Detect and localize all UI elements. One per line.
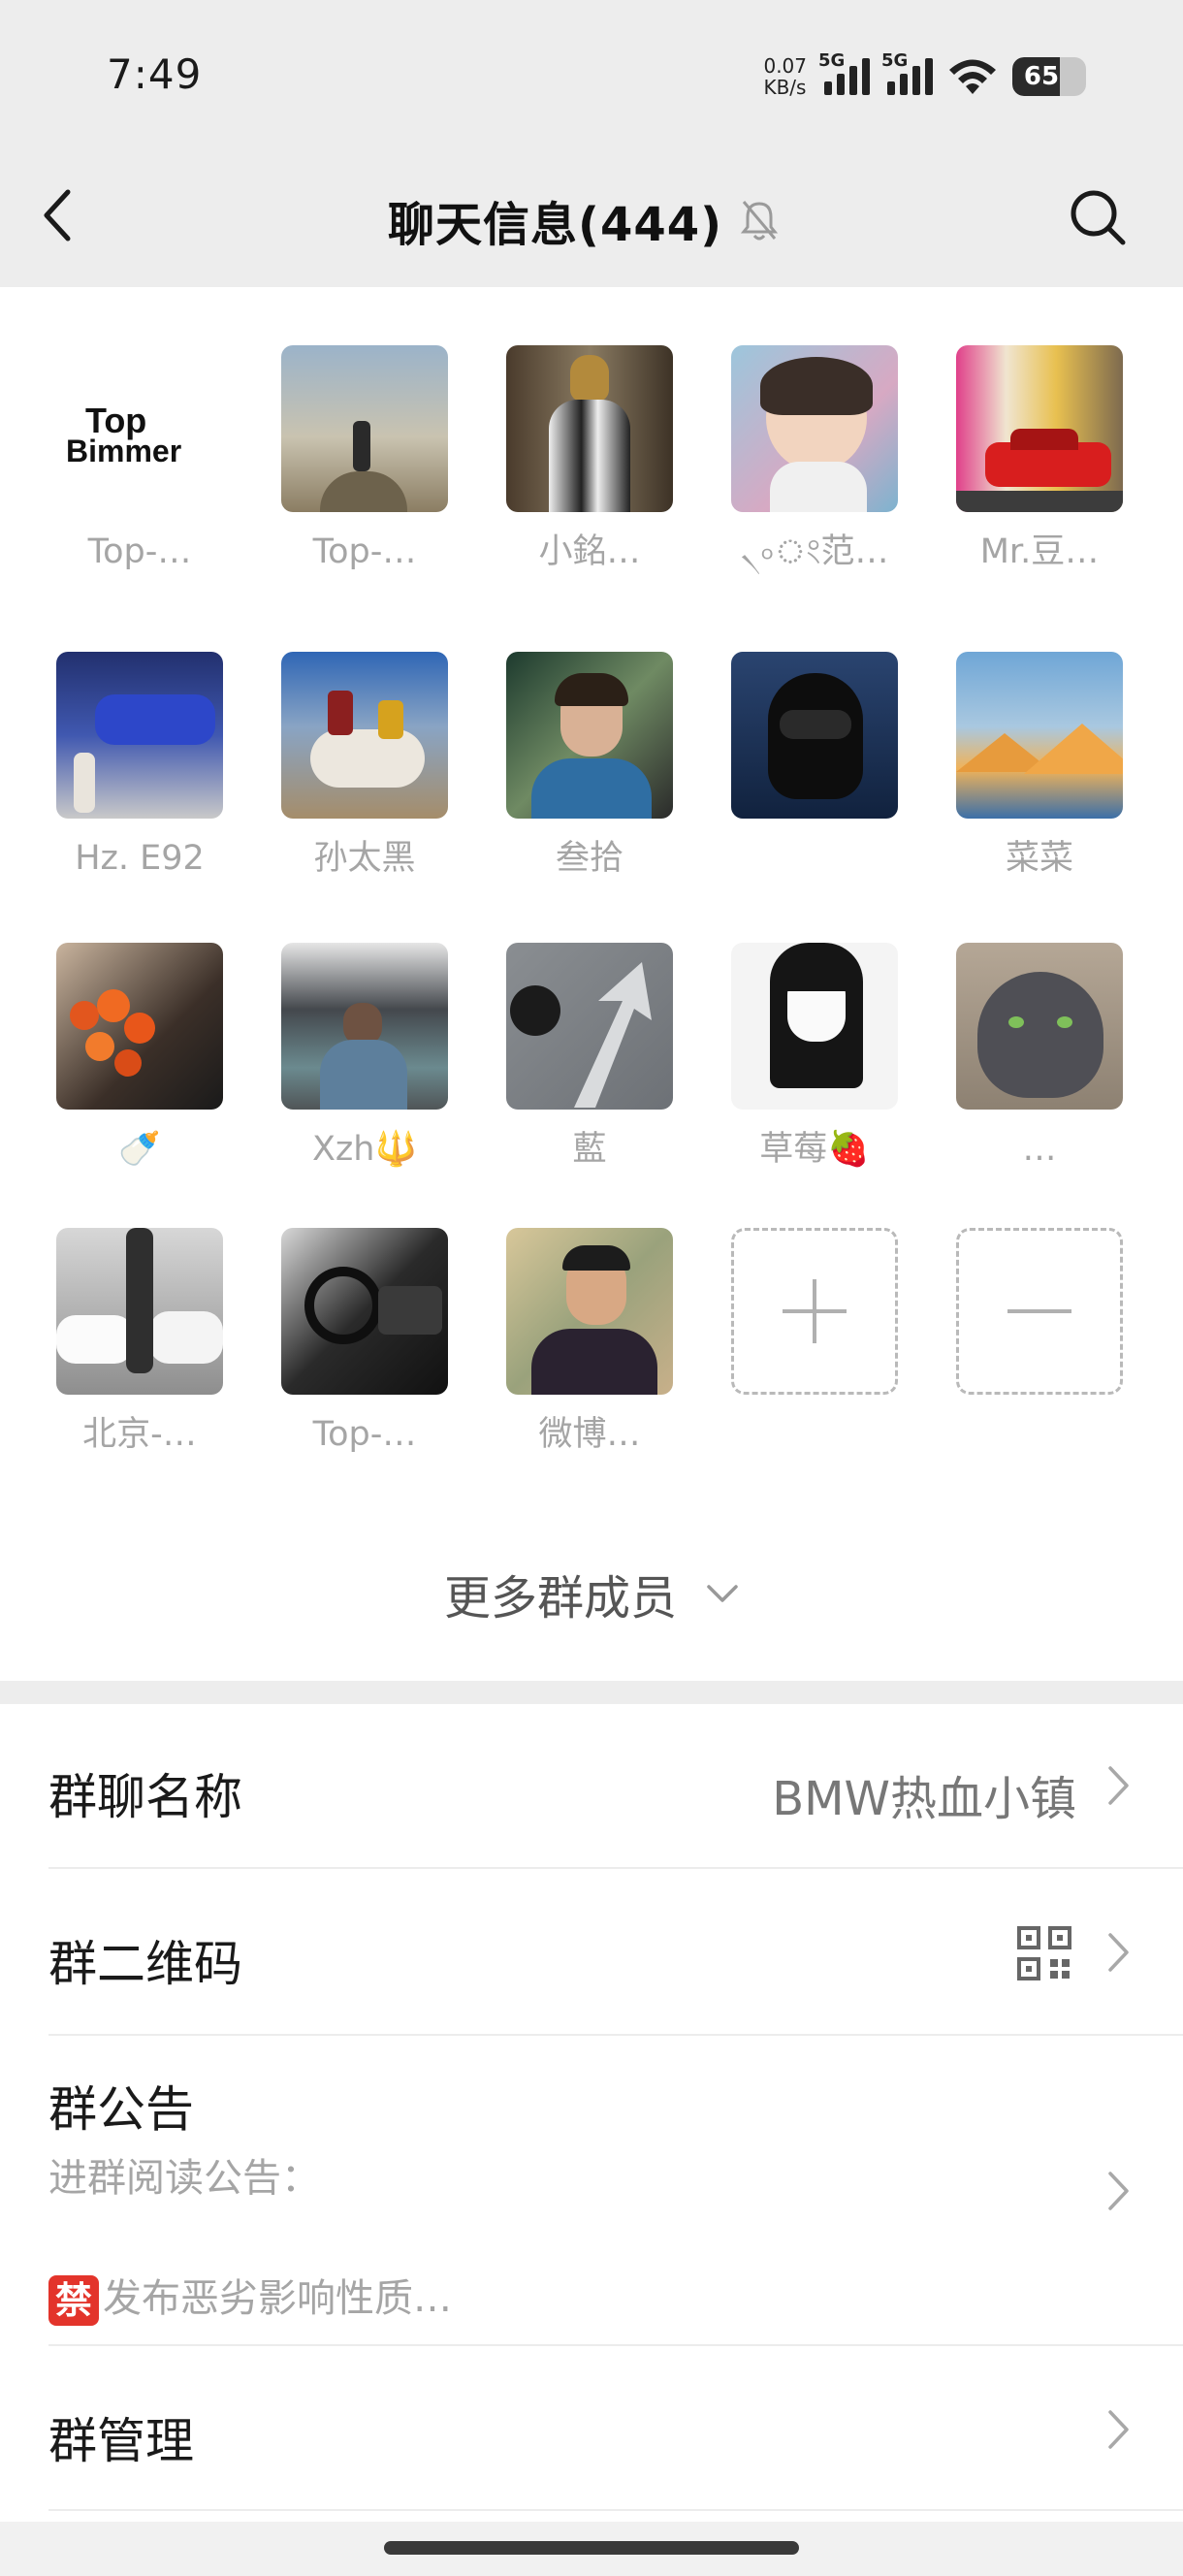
avatar [506,943,673,1110]
member-name: … [1022,1130,1057,1169]
more-members-button[interactable]: 更多群成员 [0,1560,1183,1627]
member-item[interactable]: 小銘… [493,345,687,574]
member-item[interactable]: 藍 [493,943,687,1172]
member-name: 🍼 [118,1130,161,1169]
member-name: 北京-… [82,1415,197,1454]
avatar [731,652,898,819]
plus-icon[interactable] [731,1228,898,1395]
svg-text:Bimmer: Bimmer [66,434,181,468]
member-grid: Top Bimmer Top-… Top-… 小銘… ৲৹ং范… Mr.豆… H… [0,287,1183,1684]
member-name: 藍 [572,1130,607,1169]
home-indicator[interactable] [384,2541,799,2555]
cellular-signal-icon-2: 5G [881,50,933,95]
notice-preview: 禁发布恶劣影响性质… [48,2267,452,2326]
cellular-signal-icon: 5G [818,50,870,95]
search-icon[interactable] [1069,188,1127,246]
row-divider [48,2509,1183,2511]
member-name: 微博… [538,1415,641,1454]
group-name-row[interactable]: 群聊名称 BMW热血小镇 [0,1704,1183,1869]
member-item[interactable]: ৲৹ং范… [718,345,911,574]
avatar [56,652,223,819]
minus-icon[interactable] [956,1228,1123,1395]
member-name: Hz. E92 [75,839,205,878]
member-item[interactable]: Hz. E92 [43,652,237,881]
member-name: Mr.豆… [979,532,1100,571]
battery-icon: 65 [1012,57,1086,96]
member-name: Top-… [312,532,417,571]
status-time: 7:49 [107,50,203,98]
page-title: 聊天信息(444) [388,198,723,252]
avatar [956,345,1123,512]
mute-bell-icon [740,201,779,241]
member-item[interactable] [718,652,911,881]
more-members-label: 更多群成员 [443,1571,677,1626]
group-manage-label: 群管理 [48,2413,194,2469]
group-notice-row[interactable]: 群公告 进群阅读公告： 禁发布恶劣影响性质… [0,2036,1183,2346]
top-bimmer-logo: Top Bimmer [66,401,181,468]
chevron-right-icon [1108,2410,1129,2449]
member-name: Top-… [87,532,192,571]
member-item[interactable]: 孙太黑 [268,652,462,881]
avatar [956,943,1123,1110]
member-item[interactable]: 叁拾 [493,652,687,881]
chevron-right-icon [1108,1933,1129,1972]
member-name: Top-… [312,1415,417,1454]
member-item[interactable]: 菜菜 [943,652,1136,881]
ban-badge: 禁 [48,2275,99,2326]
avatar [281,652,448,819]
member-item[interactable]: Top-… [268,345,462,574]
avatar [281,345,448,512]
avatar [731,345,898,512]
group-name-label: 群聊名称 [48,1769,242,1825]
member-item[interactable]: … [943,943,1136,1172]
member-name [718,836,911,881]
avatar [731,943,898,1110]
qr-code-icon [1017,1926,1071,1980]
chevron-right-icon [1108,1766,1129,1805]
avatar [281,943,448,1110]
avatar [56,1228,223,1395]
member-item[interactable]: 草莓🍓 [718,943,911,1172]
avatar [956,652,1123,819]
member-name: 叁拾 [555,839,623,878]
member-item[interactable]: Xzh🔱 [268,943,462,1172]
member-name: ৲৹ং范… [740,532,889,571]
member-item[interactable]: 微博… [493,1228,687,1457]
avatar [56,943,223,1110]
back-icon[interactable] [39,186,78,244]
member-item[interactable]: 🍼 [43,943,237,1172]
status-bar: 7:49 0.07 KB/s 5G 5G 65 [0,0,1183,157]
group-manage-row[interactable]: 群管理 [0,2346,1183,2511]
member-name: Xzh🔱 [311,1130,418,1169]
chevron-right-icon [1108,2172,1129,2210]
add-member-button[interactable] [718,1228,911,1395]
network-speed: 0.07 KB/s [763,54,807,99]
remove-member-button[interactable] [943,1228,1136,1395]
avatar [506,1228,673,1395]
section-divider [0,1681,1183,1704]
member-item[interactable]: Top Bimmer Top-… [43,345,237,574]
member-name: 菜菜 [1005,839,1073,878]
group-notice-label: 群公告 [48,2081,194,2138]
avatar: Top Bimmer [56,345,223,512]
member-item[interactable]: Top-… [268,1228,462,1457]
avatar [506,345,673,512]
wifi-icon [949,59,996,94]
group-qr-row[interactable]: 群二维码 [0,1869,1183,2036]
group-name-value: BMW热血小镇 [772,1772,1076,1826]
status-icons: 0.07 KB/s 5G 5G 65 [763,50,1086,101]
group-qr-label: 群二维码 [48,1936,242,1992]
member-name: 草莓🍓 [759,1130,870,1169]
member-item[interactable]: 北京-… [43,1228,237,1457]
page-title-group: 聊天信息(444) [388,186,779,254]
avatar [281,1228,448,1395]
member-item[interactable]: Mr.豆… [943,345,1136,574]
chevron-down-icon [707,1585,738,1602]
notice-intro: 进群阅读公告： [48,2156,320,2201]
member-name: 孙太黑 [313,839,416,878]
member-name: 小銘… [538,532,641,571]
avatar [506,652,673,819]
